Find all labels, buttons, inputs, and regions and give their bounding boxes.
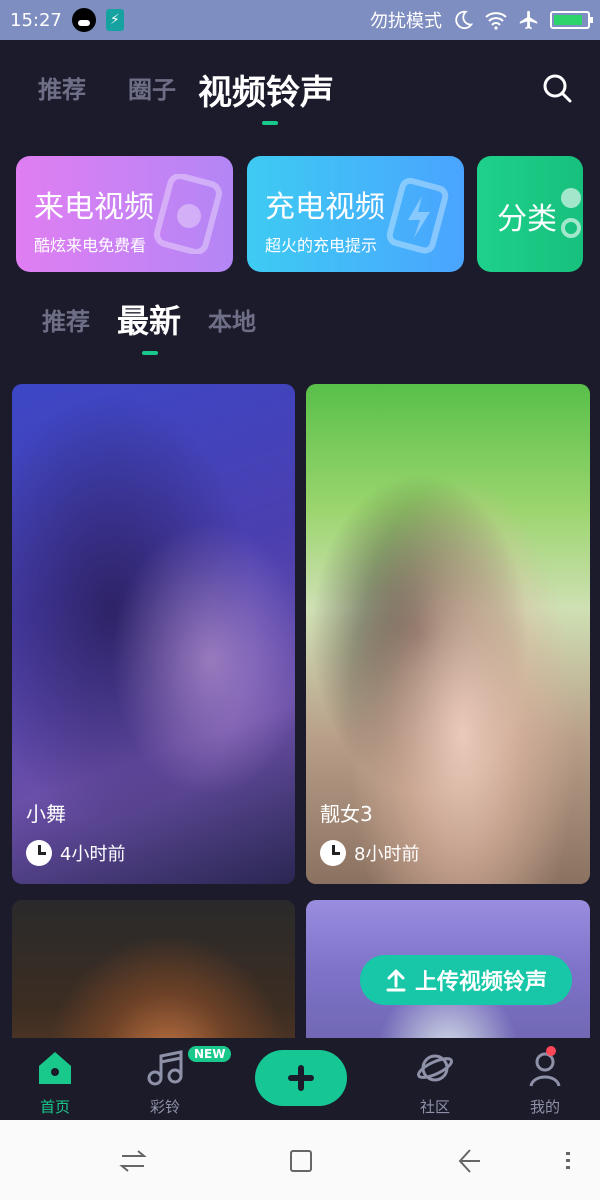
- search-icon[interactable]: [542, 73, 572, 103]
- nav-profile[interactable]: 我的: [505, 1048, 585, 1117]
- nav-label: 社区: [419, 1098, 450, 1116]
- video-time-text: 8小时前: [354, 844, 420, 865]
- clock-icon: [26, 840, 52, 866]
- battery-icon: [550, 11, 593, 29]
- qq-icon: [71, 8, 96, 32]
- video-card[interactable]: [12, 900, 295, 1039]
- tab-recommend[interactable]: 推荐: [38, 70, 86, 105]
- video-time-text: 4小时前: [60, 844, 126, 865]
- profile-icon: [529, 1052, 561, 1087]
- tab-video-ringtone[interactable]: 视频铃声: [198, 65, 334, 114]
- planet-icon: [416, 1054, 454, 1082]
- category-icon: [561, 188, 581, 238]
- usb-icon: ⚡: [105, 9, 124, 31]
- nav-community[interactable]: 社区: [395, 1048, 475, 1117]
- video-thumbnail: [12, 900, 295, 1039]
- phone-video-icon: [154, 174, 222, 254]
- upload-icon: [386, 969, 406, 992]
- airplane-icon: [519, 10, 538, 30]
- home-icon: [39, 1052, 71, 1084]
- dnd-text: 勿扰模式: [370, 11, 442, 32]
- new-badge: NEW: [188, 1046, 232, 1062]
- tab-active-indicator: [262, 121, 278, 125]
- nav-label: 我的: [529, 1098, 560, 1116]
- upload-label: 上传视频铃声: [414, 970, 547, 995]
- status-bar: 15:27 ⚡ 勿扰模式: [0, 0, 600, 40]
- video-card[interactable]: 靓女3 8小时前: [306, 384, 590, 884]
- status-time: 15:27: [10, 9, 62, 31]
- subtab-recommend[interactable]: 推荐: [42, 302, 90, 337]
- back-icon[interactable]: [452, 1146, 482, 1176]
- notification-dot: [546, 1046, 556, 1056]
- home-square-icon[interactable]: [286, 1146, 316, 1176]
- subtab-latest[interactable]: 最新: [117, 296, 181, 342]
- feature-cards: 来电视频 酷炫来电免费看 充电视频 超火的充电提示 分类: [16, 156, 600, 276]
- video-time: 4小时前: [26, 840, 125, 866]
- incoming-call-video-card[interactable]: 来电视频 酷炫来电免费看: [16, 156, 233, 272]
- tab-circle[interactable]: 圈子: [128, 70, 176, 105]
- create-button[interactable]: [255, 1050, 347, 1106]
- video-title: 小舞: [26, 802, 66, 826]
- wifi-icon: [485, 12, 507, 30]
- nav-home[interactable]: 首页: [15, 1048, 95, 1117]
- nav-label: 首页: [39, 1098, 70, 1116]
- video-card[interactable]: 小舞 4小时前: [12, 384, 295, 884]
- nav-label: 彩铃: [149, 1098, 180, 1116]
- video-title: 靓女3: [320, 802, 373, 826]
- battery-charge-icon: [386, 177, 449, 254]
- plus-icon-bar: [288, 1075, 314, 1081]
- category-card[interactable]: 分类: [477, 156, 583, 272]
- video-time: 8小时前: [320, 840, 419, 866]
- subtab-active-indicator: [142, 351, 158, 355]
- top-tabs: 推荐 圈子 视频铃声: [0, 55, 600, 135]
- video-grid: 小舞 4小时前 靓女3 8小时前: [12, 384, 590, 1039]
- system-navigation-bar: [0, 1120, 600, 1200]
- sub-tabs: 推荐 最新 本地: [0, 292, 600, 362]
- upload-video-ringtone-button[interactable]: 上传视频铃声: [360, 955, 572, 1005]
- music-icon: [147, 1050, 183, 1086]
- moon-icon: [455, 10, 474, 30]
- subtab-local[interactable]: 本地: [208, 302, 256, 337]
- menu-dots-icon[interactable]: [556, 1146, 586, 1176]
- clock-icon: [320, 840, 346, 866]
- charging-video-card[interactable]: 充电视频 超火的充电提示: [247, 156, 464, 272]
- switch-apps-icon[interactable]: [118, 1146, 148, 1176]
